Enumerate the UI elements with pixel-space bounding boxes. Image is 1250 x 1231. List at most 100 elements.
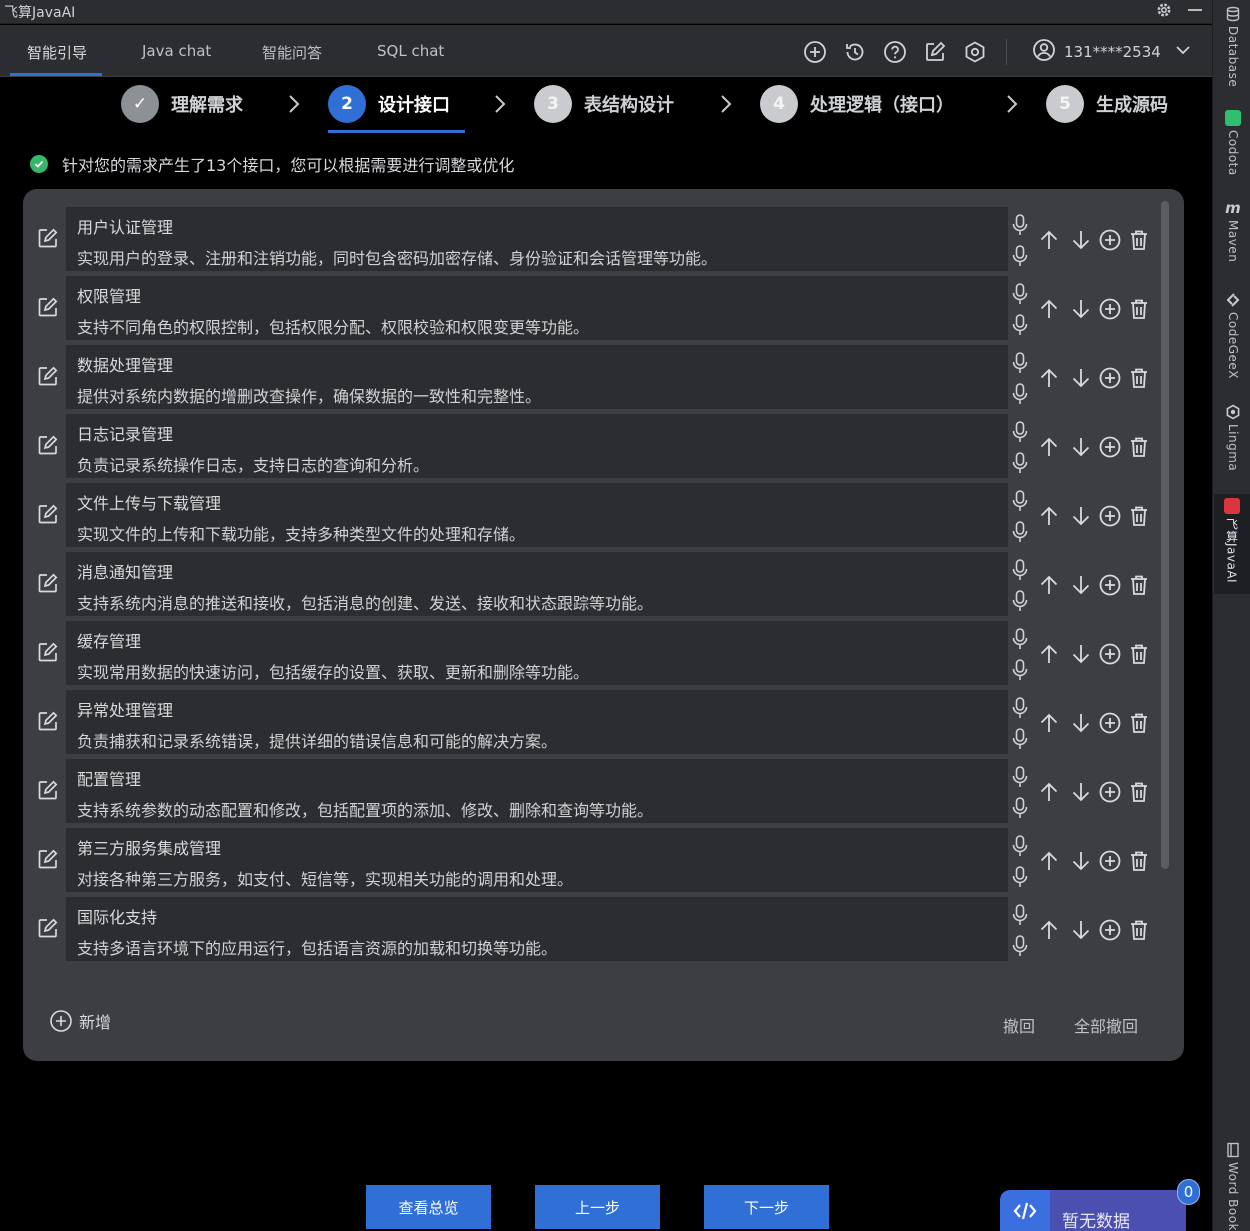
microphone-icon[interactable] bbox=[1011, 383, 1029, 405]
delete-icon[interactable] bbox=[1127, 297, 1151, 321]
move-down-icon[interactable] bbox=[1069, 228, 1093, 252]
interface-card[interactable]: 权限管理 支持不同角色的权限控制，包括权限分配、权限校验和权限变更等功能。 bbox=[66, 276, 1008, 340]
edit-icon[interactable] bbox=[37, 848, 59, 870]
insert-after-icon[interactable] bbox=[1098, 504, 1122, 528]
move-up-icon[interactable] bbox=[1037, 366, 1061, 390]
sidebar-tool-codota[interactable]: Codota bbox=[1219, 110, 1247, 176]
interface-card[interactable]: 文件上传与下载管理 实现文件的上传和下载功能，支持多种类型文件的处理和存储。 bbox=[66, 483, 1008, 547]
move-up-icon[interactable] bbox=[1037, 918, 1061, 942]
step-1[interactable]: ✓ 理解需求 bbox=[121, 84, 243, 124]
minimize-icon[interactable] bbox=[1188, 9, 1202, 11]
interface-card[interactable]: 配置管理 支持系统参数的动态配置和修改，包括配置项的添加、修改、删除和查询等功能。 bbox=[66, 759, 1008, 823]
edit-icon[interactable] bbox=[37, 365, 59, 387]
microphone-icon[interactable] bbox=[1011, 214, 1029, 236]
code-assistant-widget[interactable] bbox=[1000, 1190, 1050, 1231]
interface-card[interactable]: 用户认证管理 实现用户的登录、注册和注销功能，同时包含密码加密存储、身份验证和会话… bbox=[66, 207, 1008, 271]
add-circle-icon[interactable] bbox=[803, 40, 827, 64]
microphone-icon[interactable] bbox=[1011, 559, 1029, 581]
delete-icon[interactable] bbox=[1127, 849, 1151, 873]
move-down-icon[interactable] bbox=[1069, 918, 1093, 942]
interface-card[interactable]: 日志记录管理 负责记录系统操作日志，支持日志的查询和分析。 bbox=[66, 414, 1008, 478]
delete-icon[interactable] bbox=[1127, 228, 1151, 252]
move-down-icon[interactable] bbox=[1069, 366, 1093, 390]
edit-icon[interactable] bbox=[923, 40, 947, 64]
microphone-icon[interactable] bbox=[1011, 866, 1029, 888]
move-down-icon[interactable] bbox=[1069, 504, 1093, 528]
edit-icon[interactable] bbox=[37, 503, 59, 525]
tab-smart-guide[interactable]: 智能引导 bbox=[27, 42, 87, 63]
insert-after-icon[interactable] bbox=[1098, 297, 1122, 321]
move-down-icon[interactable] bbox=[1069, 297, 1093, 321]
delete-icon[interactable] bbox=[1127, 711, 1151, 735]
view-overview-button[interactable]: 查看总览 bbox=[366, 1185, 491, 1229]
delete-icon[interactable] bbox=[1127, 366, 1151, 390]
undo-all-button[interactable]: 全部撤回 bbox=[1074, 1013, 1138, 1037]
move-up-icon[interactable] bbox=[1037, 849, 1061, 873]
settings-gear-icon[interactable] bbox=[1154, 0, 1174, 20]
microphone-icon[interactable] bbox=[1011, 521, 1029, 543]
delete-icon[interactable] bbox=[1127, 780, 1151, 804]
move-up-icon[interactable] bbox=[1037, 711, 1061, 735]
move-up-icon[interactable] bbox=[1037, 297, 1061, 321]
insert-after-icon[interactable] bbox=[1098, 642, 1122, 666]
move-up-icon[interactable] bbox=[1037, 228, 1061, 252]
microphone-icon[interactable] bbox=[1011, 452, 1029, 474]
move-down-icon[interactable] bbox=[1069, 780, 1093, 804]
move-down-icon[interactable] bbox=[1069, 849, 1093, 873]
microphone-icon[interactable] bbox=[1011, 421, 1029, 443]
microphone-icon[interactable] bbox=[1011, 490, 1029, 512]
move-down-icon[interactable] bbox=[1069, 435, 1093, 459]
insert-after-icon[interactable] bbox=[1098, 573, 1122, 597]
edit-icon[interactable] bbox=[37, 779, 59, 801]
add-interface-button[interactable]: 新增 bbox=[49, 1009, 111, 1033]
delete-icon[interactable] bbox=[1127, 435, 1151, 459]
move-up-icon[interactable] bbox=[1037, 573, 1061, 597]
move-down-icon[interactable] bbox=[1069, 573, 1093, 597]
edit-icon[interactable] bbox=[37, 572, 59, 594]
edit-icon[interactable] bbox=[37, 227, 59, 249]
sidebar-tool-codegeex[interactable]: CodeGeeX bbox=[1219, 292, 1247, 379]
microphone-icon[interactable] bbox=[1011, 283, 1029, 305]
microphone-icon[interactable] bbox=[1011, 904, 1029, 926]
prev-step-button[interactable]: 上一步 bbox=[535, 1185, 660, 1229]
interface-card[interactable]: 消息通知管理 支持系统内消息的推送和接收，包括消息的创建、发送、接收和状态跟踪等功… bbox=[66, 552, 1008, 616]
insert-after-icon[interactable] bbox=[1098, 228, 1122, 252]
tab-java-chat[interactable]: Java chat bbox=[142, 42, 211, 60]
undo-button[interactable]: 撤回 bbox=[1003, 1013, 1035, 1037]
move-down-icon[interactable] bbox=[1069, 711, 1093, 735]
microphone-icon[interactable] bbox=[1011, 659, 1029, 681]
edit-icon[interactable] bbox=[37, 641, 59, 663]
sidebar-tool-database[interactable]: Database bbox=[1219, 6, 1247, 87]
edit-icon[interactable] bbox=[37, 434, 59, 456]
step-4[interactable]: 4 处理逻辑（接口） bbox=[760, 84, 954, 124]
step-5[interactable]: 5 生成源码 bbox=[1046, 84, 1168, 124]
scrollbar[interactable] bbox=[1161, 201, 1169, 869]
interface-card[interactable]: 异常处理管理 负责捕获和记录系统错误，提供详细的错误信息和可能的解决方案。 bbox=[66, 690, 1008, 754]
next-step-button[interactable]: 下一步 bbox=[704, 1185, 829, 1229]
move-up-icon[interactable] bbox=[1037, 435, 1061, 459]
interface-card[interactable]: 数据处理管理 提供对系统内数据的增删改查操作，确保数据的一致性和完整性。 bbox=[66, 345, 1008, 409]
microphone-icon[interactable] bbox=[1011, 590, 1029, 612]
insert-after-icon[interactable] bbox=[1098, 918, 1122, 942]
insert-after-icon[interactable] bbox=[1098, 435, 1122, 459]
move-up-icon[interactable] bbox=[1037, 504, 1061, 528]
delete-icon[interactable] bbox=[1127, 642, 1151, 666]
history-icon[interactable] bbox=[843, 40, 867, 64]
no-data-panel[interactable]: 暂无数据 bbox=[1050, 1190, 1186, 1231]
microphone-icon[interactable] bbox=[1011, 352, 1029, 374]
microphone-icon[interactable] bbox=[1011, 697, 1029, 719]
microphone-icon[interactable] bbox=[1011, 314, 1029, 336]
interface-card[interactable]: 国际化支持 支持多语言环境下的应用运行，包括语言资源的加载和切换等功能。 bbox=[66, 897, 1008, 961]
sidebar-tool-feisuan[interactable]: 飞算JavaAI bbox=[1214, 494, 1250, 594]
microphone-icon[interactable] bbox=[1011, 628, 1029, 650]
interface-card[interactable]: 第三方服务集成管理 对接各种第三方服务，如支付、短信等，实现相关功能的调用和处理。 bbox=[66, 828, 1008, 892]
sidebar-tool-lingma[interactable]: Lingma bbox=[1219, 404, 1247, 471]
delete-icon[interactable] bbox=[1127, 918, 1151, 942]
step-3[interactable]: 3 表结构设计 bbox=[534, 84, 674, 124]
move-up-icon[interactable] bbox=[1037, 642, 1061, 666]
edit-icon[interactable] bbox=[37, 917, 59, 939]
microphone-icon[interactable] bbox=[1011, 245, 1029, 267]
tab-sql-chat[interactable]: SQL chat bbox=[377, 42, 444, 60]
microphone-icon[interactable] bbox=[1011, 766, 1029, 788]
interface-card[interactable]: 缓存管理 实现常用数据的快速访问，包括缓存的设置、获取、更新和删除等功能。 bbox=[66, 621, 1008, 685]
